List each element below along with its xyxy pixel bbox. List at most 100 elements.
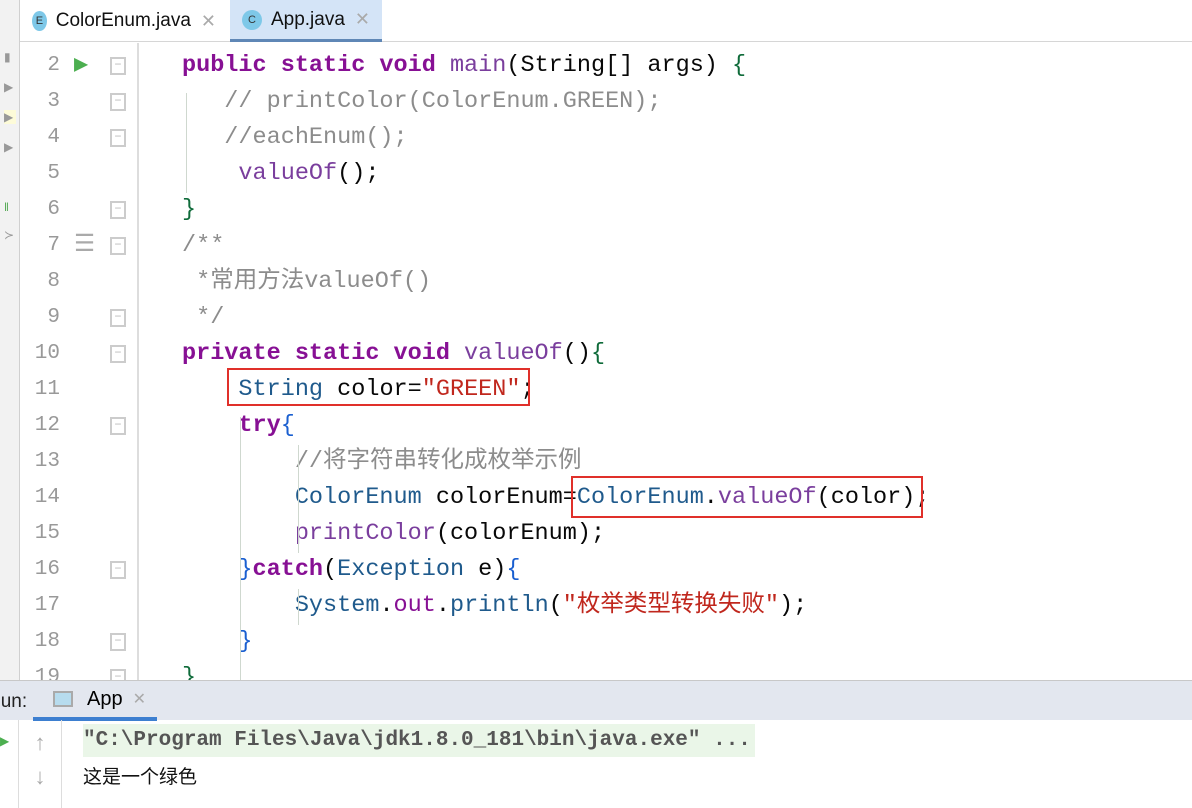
code-text: */ bbox=[182, 300, 224, 336]
code-token: try bbox=[182, 412, 281, 439]
code-text: /** bbox=[182, 228, 224, 264]
fold-icon[interactable]: − bbox=[110, 309, 126, 327]
code-line[interactable]: 13 //将字符串转化成枚举示例 bbox=[20, 444, 1192, 480]
code-token: "枚举类型转换失败" bbox=[562, 592, 780, 619]
tab-label: App.java bbox=[270, 8, 345, 30]
code-line[interactable]: 11 String color="GREEN"; bbox=[20, 372, 1192, 408]
code-line[interactable]: 10 − private static void valueOf(){ bbox=[20, 336, 1192, 372]
code-line[interactable]: 18 − } bbox=[20, 624, 1192, 660]
code-line[interactable]: 16 − }catch(Exception e){ bbox=[20, 552, 1192, 588]
code-token: (colorEnum); bbox=[435, 520, 606, 547]
code-token: public static void bbox=[182, 52, 450, 79]
code-line[interactable]: 3 − // printColor(ColorEnum.GREEN); bbox=[20, 84, 1192, 120]
expand-icon[interactable]: ▶ bbox=[4, 140, 16, 154]
code-token: out bbox=[393, 592, 436, 619]
code-line[interactable]: 2 ▶ − public static void main(String[] args… bbox=[20, 48, 1192, 84]
code-text: }catch(Exception e){ bbox=[182, 552, 521, 588]
fold-icon[interactable]: − bbox=[110, 129, 126, 147]
highlight-box bbox=[571, 476, 923, 518]
code-line[interactable]: 19 −} bbox=[20, 660, 1192, 680]
code-token: *常用方法valueOf() bbox=[182, 268, 432, 295]
line-number: 16 bbox=[34, 558, 60, 581]
code-line[interactable]: 5 valueOf(); bbox=[20, 156, 1192, 192]
tab-label: ColorEnum.java bbox=[55, 10, 191, 31]
code-token: ColorEnum bbox=[182, 484, 436, 511]
console-icon bbox=[53, 691, 73, 707]
project-icon[interactable]: ▮ bbox=[4, 50, 16, 64]
run-toolbar: Run: App ✕ bbox=[0, 680, 1192, 721]
line-number: 13 bbox=[34, 450, 60, 473]
close-icon[interactable]: ✕ bbox=[201, 11, 216, 32]
arrow-down-icon[interactable]: ↓ bbox=[19, 764, 61, 790]
code-line[interactable]: 6 −} bbox=[20, 192, 1192, 228]
fold-icon[interactable]: − bbox=[110, 93, 126, 111]
code-line[interactable]: 9 − */ bbox=[20, 300, 1192, 336]
fold-icon[interactable]: − bbox=[110, 57, 126, 75]
console-left-strip: ▶ bbox=[0, 720, 19, 808]
indent-guide bbox=[186, 93, 187, 193]
code-token: valueOf bbox=[464, 340, 563, 367]
code-text: *常用方法valueOf() bbox=[182, 264, 431, 300]
code-line[interactable]: 12 − try{ bbox=[20, 408, 1192, 444]
code-text: //将字符串转化成枚举示例 bbox=[182, 444, 582, 480]
code-token: */ bbox=[182, 304, 225, 331]
run-label: Run: bbox=[0, 691, 28, 712]
code-token: //将字符串转化成枚举示例 bbox=[182, 448, 582, 475]
code-line[interactable]: 4 − //eachEnum(); bbox=[20, 120, 1192, 156]
line-number: 15 bbox=[34, 522, 60, 545]
code-line[interactable]: 15 printColor(colorEnum); bbox=[20, 516, 1192, 552]
left-tool-strip: ▮ ▶ ▶ ▶ ‖ ≻ bbox=[0, 0, 20, 680]
doc-render-icon[interactable]: ☰ bbox=[74, 228, 95, 264]
code-token: ( bbox=[323, 556, 338, 583]
tab-app[interactable]: C App.java ✕ bbox=[230, 0, 382, 42]
line-number: 7 bbox=[47, 234, 60, 257]
console-command: "C:\Program Files\Java\jdk1.8.0_181\bin\… bbox=[83, 724, 755, 757]
console-output: ▶ ↑ ↓ "C:\Program Files\Java\jdk1.8.0_18… bbox=[0, 720, 1192, 808]
code-text: try{ bbox=[182, 408, 294, 444]
line-number: 10 bbox=[34, 342, 60, 365]
code-token: // printColor(ColorEnum.GREEN); bbox=[182, 88, 662, 115]
code-line[interactable]: 17 System.out.println("枚举类型转换失败"); bbox=[20, 588, 1192, 624]
code-line[interactable]: 8 *常用方法valueOf() bbox=[20, 264, 1192, 300]
run-icon[interactable]: ▶ bbox=[74, 48, 88, 84]
structure-icon[interactable]: ‖ bbox=[4, 200, 16, 214]
code-text: printColor(colorEnum); bbox=[182, 516, 605, 552]
fold-icon[interactable]: − bbox=[110, 237, 126, 255]
rerun-icon[interactable]: ▶ bbox=[0, 734, 9, 748]
line-number: 3 bbox=[47, 90, 60, 113]
code-token: e) bbox=[478, 556, 507, 583]
line-number: 11 bbox=[34, 378, 60, 401]
run-tab-app[interactable]: App ✕ bbox=[33, 681, 157, 721]
arrow-up-icon[interactable]: ↑ bbox=[19, 730, 61, 756]
code-token: } bbox=[182, 628, 253, 655]
code-text: } bbox=[182, 624, 253, 660]
line-number: 6 bbox=[47, 198, 60, 221]
tab-colorenum[interactable]: E ColorEnum.java ✕ bbox=[20, 0, 228, 42]
line-number: 17 bbox=[34, 594, 60, 617]
code-editor[interactable]: 2 ▶ − public static void main(String[] args… bbox=[20, 43, 1192, 680]
code-token: } bbox=[182, 664, 197, 680]
fold-icon[interactable]: − bbox=[110, 345, 126, 363]
fold-icon[interactable]: − bbox=[110, 561, 126, 579]
code-line[interactable]: 7 ☰ − /** bbox=[20, 228, 1192, 264]
highlight-box bbox=[227, 368, 530, 406]
terminal-icon[interactable]: ≻ bbox=[4, 228, 16, 242]
code-text: } bbox=[182, 192, 196, 228]
code-token: ); bbox=[779, 592, 808, 619]
code-token: () bbox=[562, 340, 591, 367]
close-icon[interactable]: ✕ bbox=[355, 9, 370, 30]
code-token: Exception bbox=[337, 556, 479, 583]
code-text: valueOf(); bbox=[182, 156, 379, 192]
expand-icon[interactable]: ▶ bbox=[4, 80, 16, 94]
expand-icon[interactable]: ▶ bbox=[4, 110, 16, 124]
code-text: private static void valueOf(){ bbox=[182, 336, 605, 372]
fold-icon[interactable]: − bbox=[110, 633, 126, 651]
console-tools: ↑ ↓ bbox=[19, 720, 62, 808]
fold-icon[interactable]: − bbox=[110, 669, 126, 680]
console-output-line: 这是一个绿色 bbox=[83, 766, 198, 788]
close-icon[interactable]: ✕ bbox=[133, 689, 146, 709]
code-token: { bbox=[506, 556, 521, 583]
fold-icon[interactable]: − bbox=[110, 417, 126, 435]
fold-icon[interactable]: − bbox=[110, 201, 126, 219]
line-number: 19 bbox=[34, 666, 60, 680]
